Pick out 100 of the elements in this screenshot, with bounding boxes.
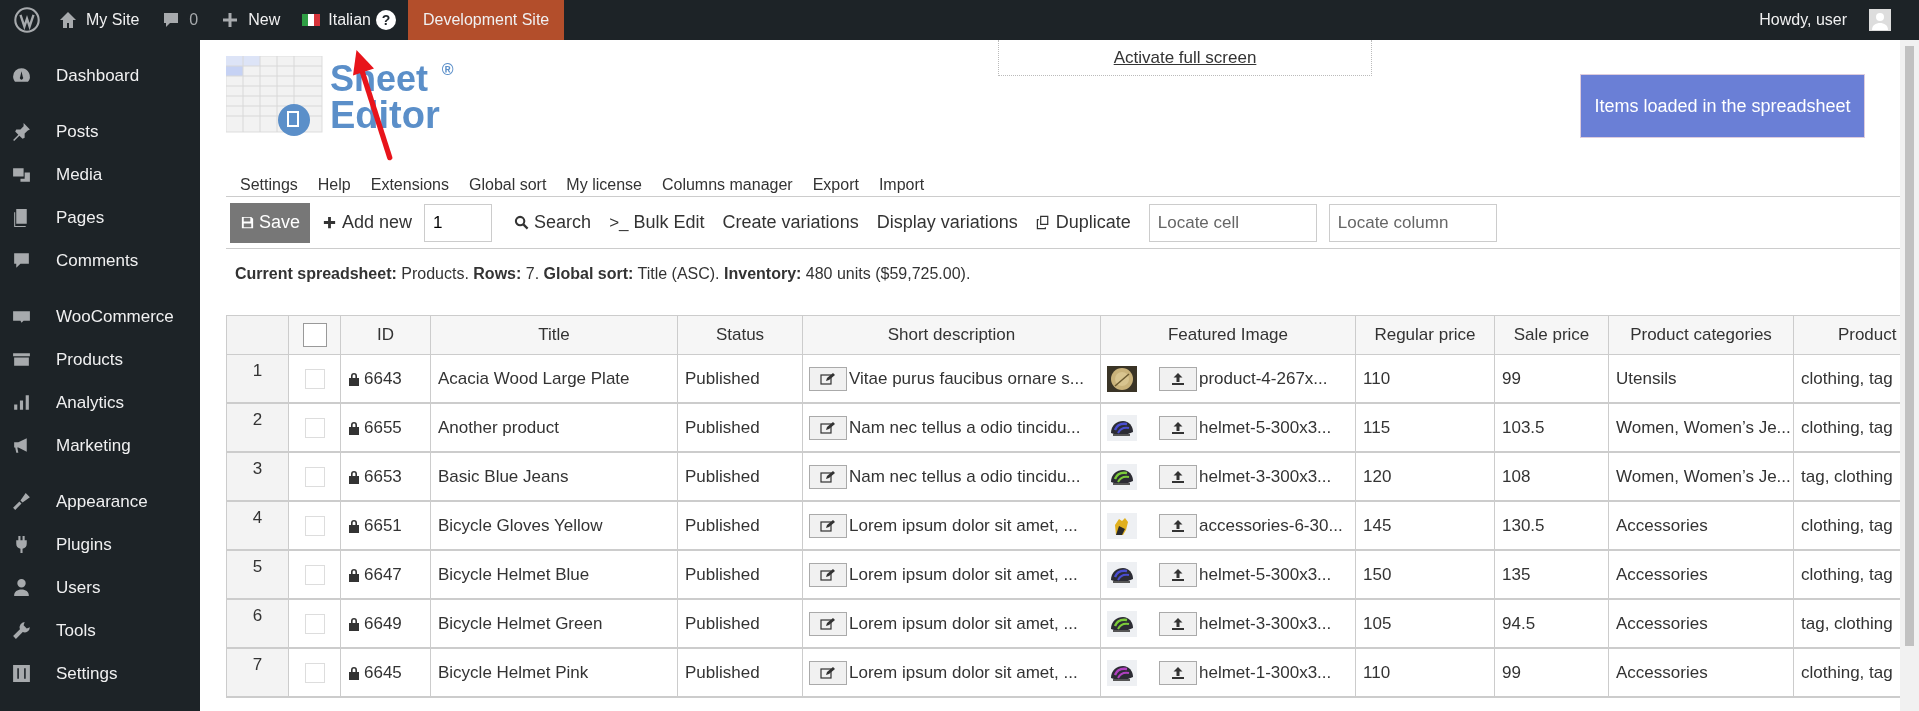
edit-button[interactable] bbox=[809, 611, 847, 636]
menu-item[interactable]: Help bbox=[317, 176, 351, 194]
pencil-icon bbox=[820, 567, 836, 582]
column-header[interactable]: ID bbox=[340, 315, 431, 355]
table-cell: Bicycle Helmet Pink bbox=[430, 648, 678, 697]
select-all-checkbox[interactable] bbox=[302, 323, 327, 347]
language-switcher[interactable]: Italian ? bbox=[302, 10, 396, 30]
row-checkbox[interactable] bbox=[304, 515, 325, 536]
comments-link[interactable]: 0 bbox=[161, 10, 199, 30]
column-header[interactable]: Regular price bbox=[1355, 315, 1495, 355]
table-cell: helmet-3-300x3... bbox=[1199, 613, 1332, 634]
edit-button[interactable] bbox=[809, 366, 847, 391]
pencil-icon bbox=[820, 420, 836, 435]
upload-icon bbox=[1170, 665, 1186, 680]
sidebar-item[interactable]: WooCommerce bbox=[0, 295, 200, 338]
upload-button[interactable] bbox=[1159, 660, 1197, 685]
search-button[interactable]: Search bbox=[508, 212, 598, 233]
table-cell: Vitae purus faucibus ornare s... bbox=[849, 368, 1084, 389]
row-checkbox[interactable] bbox=[304, 613, 325, 634]
menu-item[interactable]: Extensions bbox=[370, 176, 449, 194]
sidebar-item[interactable]: Products bbox=[0, 338, 200, 381]
upload-button[interactable] bbox=[1159, 562, 1197, 587]
search-icon bbox=[514, 215, 530, 230]
sidebar-item[interactable]: Marketing bbox=[0, 424, 200, 467]
edit-button[interactable] bbox=[809, 415, 847, 440]
upload-icon bbox=[1170, 371, 1186, 386]
help-badge[interactable]: ? bbox=[375, 10, 396, 30]
bulk-edit-button[interactable]: >_ Bulk Edit bbox=[603, 212, 711, 233]
table-cell: 120 bbox=[1355, 452, 1495, 501]
table-cell: 105 bbox=[1355, 599, 1495, 648]
wordpress-logo-icon[interactable] bbox=[14, 7, 40, 33]
save-button[interactable]: Save bbox=[230, 202, 311, 243]
table-cell: Published bbox=[677, 648, 803, 697]
edit-button[interactable] bbox=[809, 513, 847, 538]
sidebar-item[interactable]: Appearance bbox=[0, 480, 200, 523]
my-site-link[interactable]: My Site bbox=[58, 10, 140, 30]
table-cell: Bicycle Helmet Blue bbox=[430, 550, 678, 599]
add-count-field[interactable]: 1 bbox=[424, 203, 493, 242]
display-variations-button[interactable]: Display variations bbox=[870, 212, 1024, 233]
development-site-label[interactable]: Development Site bbox=[407, 0, 565, 40]
row-checkbox[interactable] bbox=[304, 466, 325, 487]
edit-button[interactable] bbox=[809, 562, 847, 587]
column-header[interactable]: Status bbox=[677, 315, 803, 355]
create-variations-button[interactable]: Create variations bbox=[716, 212, 865, 233]
sidebar-item[interactable]: Plugins bbox=[0, 523, 200, 566]
table-cell: 145 bbox=[1355, 501, 1495, 550]
menu-item[interactable]: Settings bbox=[240, 176, 298, 194]
duplicate-button[interactable]: Duplicate bbox=[1029, 212, 1137, 233]
table-cell: Accessories bbox=[1608, 599, 1794, 648]
column-header[interactable]: Product categories bbox=[1608, 315, 1794, 355]
upload-icon bbox=[1170, 567, 1186, 582]
sidebar-item[interactable]: Users bbox=[0, 566, 200, 609]
row-checkbox[interactable] bbox=[304, 417, 325, 438]
locate-column-field[interactable]: Locate column bbox=[1328, 203, 1497, 242]
column-header[interactable]: Short description bbox=[802, 315, 1101, 355]
row-number: 2 bbox=[226, 403, 289, 452]
row-checkbox[interactable] bbox=[304, 662, 325, 683]
upload-button[interactable] bbox=[1159, 513, 1197, 538]
menu-item[interactable]: Global sort bbox=[469, 176, 547, 194]
scrollbar-thumb[interactable] bbox=[1905, 46, 1914, 646]
menu-item[interactable]: My license bbox=[566, 176, 642, 194]
add-new-button[interactable]: Add new bbox=[316, 212, 419, 233]
table-cell: 6655 bbox=[364, 417, 402, 438]
sidebar-item[interactable]: Tools bbox=[0, 609, 200, 652]
upload-button[interactable] bbox=[1159, 415, 1197, 440]
column-header[interactable]: Sale price bbox=[1494, 315, 1609, 355]
table-cell: Published bbox=[677, 501, 803, 550]
sidebar-item[interactable]: Analytics bbox=[0, 381, 200, 424]
menu-item[interactable]: Import bbox=[878, 176, 925, 194]
column-header[interactable]: Featured Image bbox=[1100, 315, 1356, 355]
upload-button[interactable] bbox=[1159, 464, 1197, 489]
column-header[interactable]: Title bbox=[430, 315, 678, 355]
edit-button[interactable] bbox=[809, 464, 847, 489]
items-loaded-button[interactable]: Items loaded in the spreadsheet bbox=[1580, 74, 1865, 138]
new-link[interactable]: New bbox=[220, 10, 281, 30]
locate-cell-field[interactable]: Locate cell bbox=[1148, 203, 1317, 242]
upload-button[interactable] bbox=[1159, 366, 1197, 391]
table-cell: Another product bbox=[430, 403, 678, 452]
row-checkbox[interactable] bbox=[304, 368, 325, 389]
table-cell: Accessories bbox=[1608, 501, 1794, 550]
sidebar-item[interactable]: Posts bbox=[0, 110, 200, 153]
edit-button[interactable] bbox=[809, 660, 847, 685]
menu-item[interactable]: Columns manager bbox=[661, 176, 793, 194]
upload-button[interactable] bbox=[1159, 611, 1197, 636]
copy-icon bbox=[1035, 215, 1051, 230]
sidebar-item[interactable]: Media bbox=[0, 153, 200, 196]
sidebar-item[interactable]: Dashboard bbox=[0, 54, 200, 97]
row-checkbox[interactable] bbox=[304, 564, 325, 585]
menu-item[interactable]: Export bbox=[812, 176, 859, 194]
brush-icon bbox=[11, 491, 32, 512]
floppy-icon bbox=[240, 215, 255, 230]
sidebar-item[interactable]: Comments bbox=[0, 239, 200, 282]
table-cell: 99 bbox=[1494, 354, 1609, 403]
table-cell: 6653 bbox=[364, 466, 402, 487]
howdy-link[interactable]: Howdy, user bbox=[1759, 11, 1847, 29]
column-header[interactable]: Product bbox=[1793, 315, 1901, 355]
table-cell: Published bbox=[677, 354, 803, 403]
sidebar-item[interactable]: Settings bbox=[0, 652, 200, 695]
sidebar-item[interactable]: Pages bbox=[0, 196, 200, 239]
table-cell: Basic Blue Jeans bbox=[430, 452, 678, 501]
